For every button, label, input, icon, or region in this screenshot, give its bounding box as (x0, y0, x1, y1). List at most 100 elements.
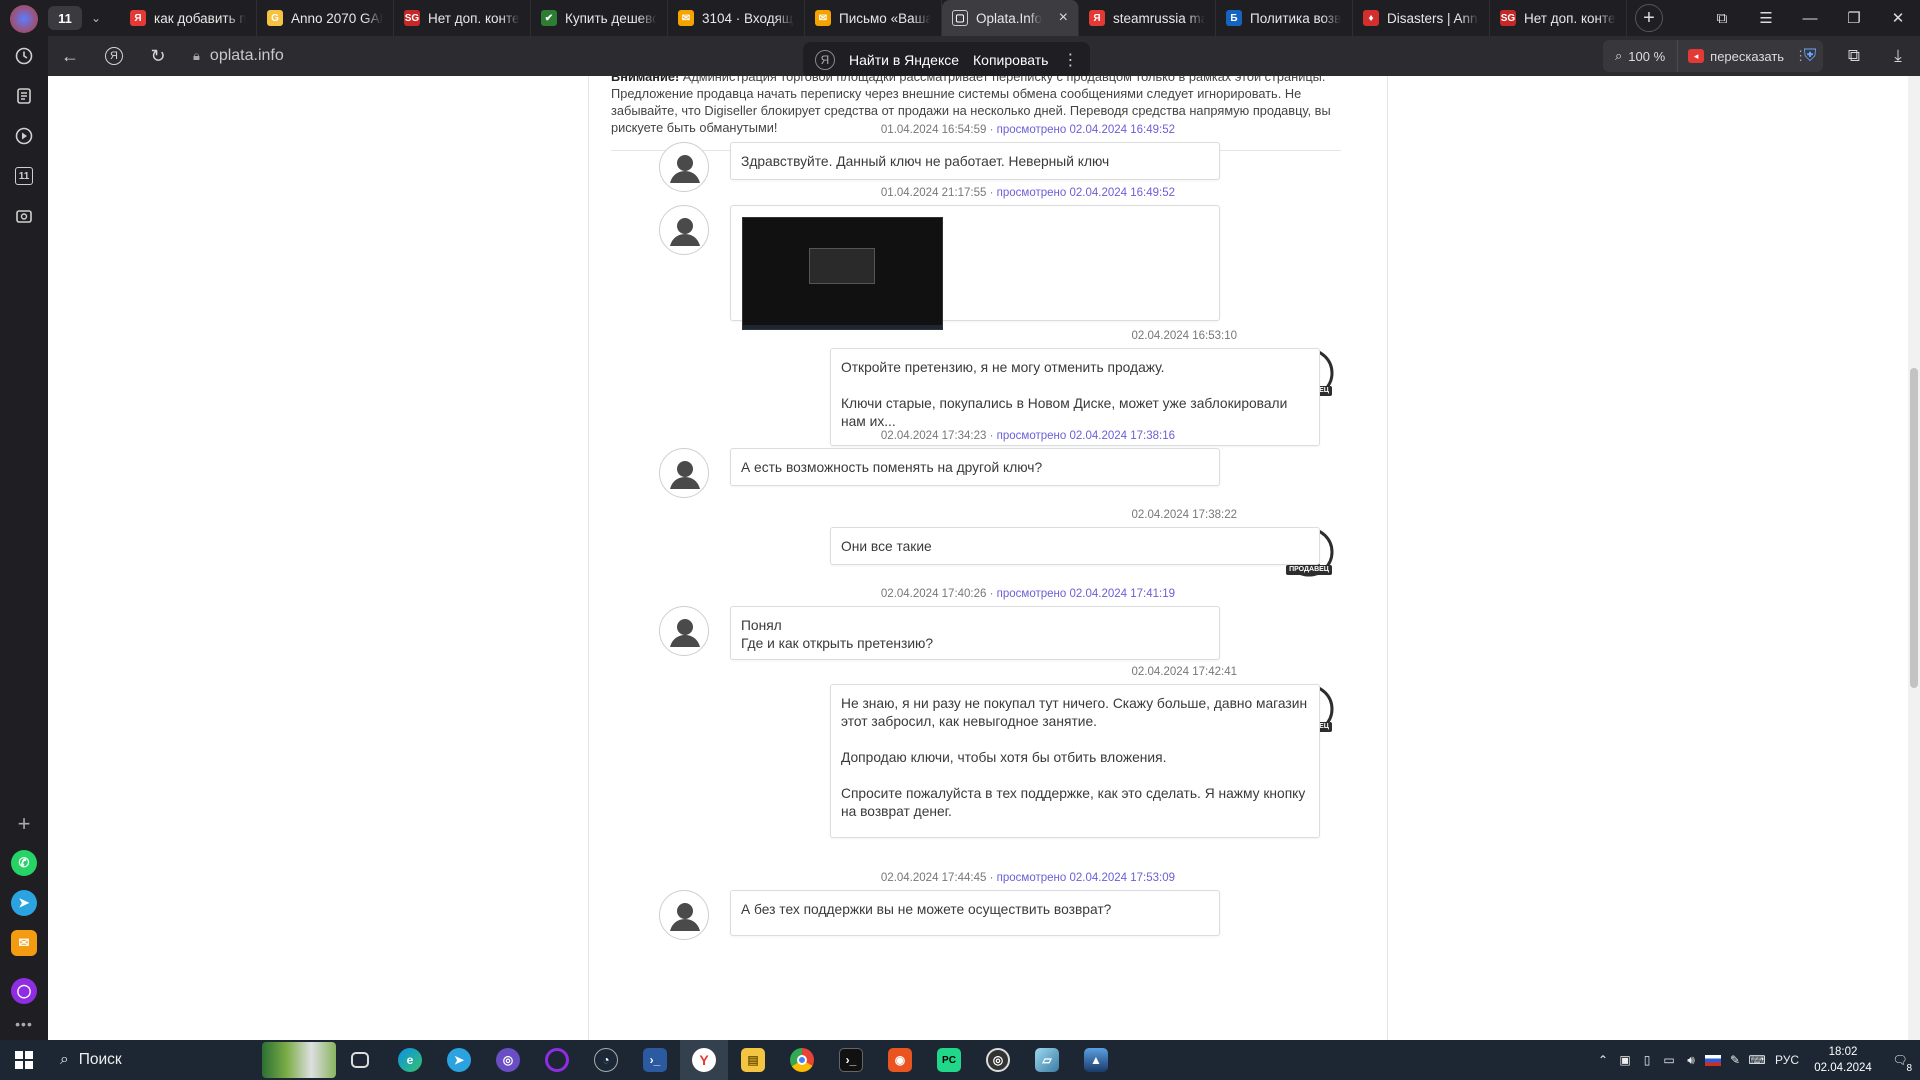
message-text: Откройте претензию, я не могу отменить п… (841, 360, 1165, 375)
volume-icon[interactable]: 🔊︎ (1680, 1040, 1702, 1080)
game-icon[interactable]: ▲ (1080, 1044, 1112, 1076)
browser-tab[interactable]: G Anno 2070 GAME (257, 0, 394, 36)
app-circle-icon[interactable]: ◎ (492, 1044, 524, 1076)
browser-tab[interactable]: ✔ Купить дешево (531, 0, 668, 36)
message-line-gap (841, 377, 1309, 395)
new-tab-button[interactable]: + (1635, 4, 1663, 32)
ring-app-icon[interactable] (541, 1044, 573, 1076)
message-meta: 02.04.2024 17:34:23 · просмотрено 02.04.… (881, 430, 1175, 442)
yandex-logo-icon[interactable]: Я (92, 36, 136, 76)
tray-chevron-icon[interactable]: ⌃ (1592, 1040, 1614, 1080)
browser-tab[interactable]: Яsteamrussia ma (1079, 0, 1216, 36)
minimize-icon[interactable]: — (1788, 0, 1832, 36)
telegram-icon[interactable]: ➤ (11, 890, 37, 916)
reload-icon[interactable]: ↻ (136, 36, 180, 76)
browser-tab[interactable]: ▢ Oplata.Info × (942, 0, 1079, 36)
extensions-icon[interactable]: ⧉ (1832, 36, 1876, 76)
whatsapp-icon[interactable]: ✆ (11, 850, 37, 876)
notifications-icon: 🗨︎ (1892, 1053, 1908, 1067)
buyer-avatar (659, 606, 709, 656)
yandex-browser-icon[interactable]: Y (688, 1044, 720, 1076)
message-meta: 02.04.2024 16:53:10 (1131, 330, 1237, 342)
clock-date: 02.04.2024 (1814, 1062, 1872, 1074)
steam-icon[interactable]: ◔ (590, 1044, 622, 1076)
powershell-icon[interactable]: ›_ (639, 1044, 671, 1076)
keyboard-icon[interactable]: ⌨ (1746, 1040, 1768, 1080)
maximize-icon[interactable]: ❐ (1832, 0, 1876, 36)
url-text[interactable]: oplata.info (210, 47, 284, 65)
tray-app-icon[interactable]: ▣ (1614, 1040, 1636, 1080)
seller-message-bubble: Не знаю, я ни разу не покупал тут ничего… (830, 684, 1320, 838)
terminal-icon[interactable]: ›_ (835, 1044, 867, 1076)
more-options-icon[interactable]: ⋮ (1062, 50, 1078, 70)
browser-sidebar: 11 + ✆ ➤ ✉ ◯ ••• (0, 0, 48, 1040)
search-in-yandex-button[interactable]: Найти в Яндексе (849, 52, 959, 68)
mail-icon[interactable]: ✉ (11, 930, 37, 956)
browser-tab[interactable]: ♦ Disasters | Anno (1353, 0, 1490, 36)
b-icon: Б (1226, 10, 1242, 26)
message-text: А без тех поддержки вы не можете осущест… (741, 902, 1112, 917)
attached-screenshot-thumbnail[interactable] (742, 217, 943, 330)
chrome-icon[interactable] (786, 1044, 818, 1076)
tab-title: Disasters | Anno (1387, 10, 1479, 26)
downloads-icon[interactable]: ⤓ (1876, 36, 1920, 76)
search-highlight-image[interactable] (262, 1042, 336, 1078)
taskbar-search[interactable]: ⌕ Поиск (48, 1040, 258, 1080)
browser-tab[interactable]: SG Нет доп. контен (394, 0, 531, 36)
retell-button[interactable]: ◂ пересказать (1678, 49, 1794, 64)
protect-icon[interactable]: ⛨ (1788, 36, 1832, 76)
add-panel-icon[interactable]: + (8, 808, 40, 840)
collections-icon[interactable] (8, 80, 40, 112)
zoom-icon: ⌕ (1615, 48, 1623, 63)
message-viewed-status: просмотрено 02.04.2024 16:49:52 (996, 124, 1175, 136)
more-icon[interactable]: ••• (8, 1008, 40, 1040)
zoom-control[interactable]: ⌕ 100 % (1603, 40, 1679, 72)
ubuntu-icon[interactable]: ◉ (884, 1044, 916, 1076)
clock[interactable]: 18:02 02.04.2024 (1806, 1044, 1880, 1076)
tab-title: как добавить по (154, 10, 246, 26)
seller-message-bubble: Они все такие (830, 527, 1320, 565)
screenshot-icon[interactable] (8, 200, 40, 232)
task-view-icon[interactable] (344, 1044, 376, 1076)
chevron-down-icon[interactable]: ⌄ (82, 6, 110, 30)
notifications-button[interactable]: 🗨︎ 8 (1880, 1040, 1920, 1080)
pen-icon[interactable]: ✎ (1724, 1040, 1746, 1080)
display-icon[interactable]: ▭ (1658, 1040, 1680, 1080)
back-icon[interactable]: ← (48, 36, 92, 76)
windows-start-icon[interactable] (0, 1040, 48, 1080)
browser-tab[interactable]: ✉ 3104 · Входящи (668, 0, 805, 36)
browser-tab[interactable]: Якак добавить по (120, 0, 257, 36)
alice-icon[interactable]: ◯ (11, 978, 37, 1004)
address-bar[interactable]: 🔒︎ oplata.info Я Найти в Яндексе Копиров… (183, 40, 1667, 78)
glass-app-icon[interactable]: ▱ (1031, 1044, 1063, 1076)
message-time: 01.04.2024 16:54:59 · (880, 124, 997, 136)
g-icon: G (267, 10, 283, 26)
message-time: 02.04.2024 17:34:23 · (880, 430, 997, 442)
telegram-taskbar-icon[interactable]: ➤ (443, 1044, 475, 1076)
buyer-avatar (659, 205, 709, 255)
browser-tab[interactable]: SG Нет доп. контен (1490, 0, 1627, 36)
scrollbar[interactable] (1908, 76, 1920, 1040)
browser-logo-icon[interactable] (10, 5, 38, 33)
video-icon[interactable] (8, 120, 40, 152)
browser-tab[interactable]: Б Политика возв (1216, 0, 1353, 36)
close-icon[interactable]: ✕ (1876, 0, 1920, 36)
tab-manager-icon[interactable]: ⧉ (1700, 0, 1744, 36)
copy-button[interactable]: Копировать (973, 52, 1048, 68)
pycharm-icon[interactable]: PC (933, 1044, 965, 1076)
edge-icon[interactable]: e (394, 1044, 426, 1076)
message-text: Понял (741, 618, 782, 633)
menu-icon[interactable]: ☰ (1744, 0, 1788, 36)
app-target-icon[interactable]: ◎ (982, 1044, 1014, 1076)
message-viewed-status: просмотрено 02.04.2024 17:53:09 (996, 872, 1175, 884)
tab-counter[interactable]: 11 (48, 6, 82, 30)
language-indicator[interactable]: РУС (1768, 1040, 1806, 1080)
browser-tab[interactable]: ✉ Письмо «Ваша (805, 0, 942, 36)
usb-icon[interactable]: ▯ (1636, 1040, 1658, 1080)
file-explorer-icon[interactable]: ▤ (737, 1044, 769, 1076)
scrollbar-thumb[interactable] (1910, 368, 1918, 688)
buyer-avatar (659, 890, 709, 940)
history-icon[interactable] (8, 40, 40, 72)
tab-close-icon[interactable]: × (1059, 9, 1068, 27)
tabs-counter-icon[interactable]: 11 (8, 160, 40, 192)
